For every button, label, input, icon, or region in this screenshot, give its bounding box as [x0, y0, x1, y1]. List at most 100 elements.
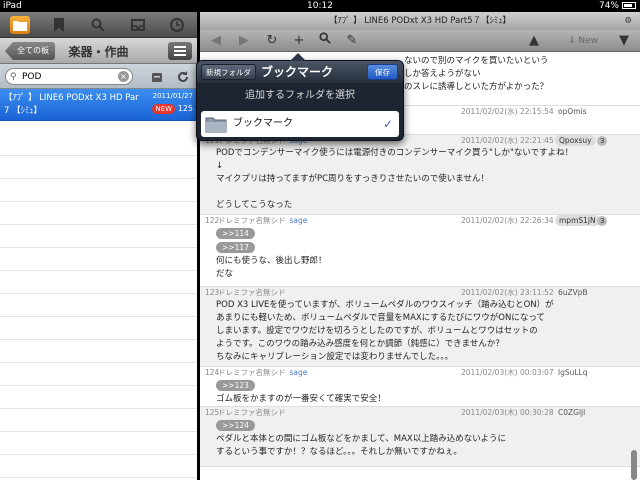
thread-view-title: 【ｱﾌﾟ 】 LINE6 PODxt X3 HD Part5７【ｼﾐｭ】: [329, 16, 511, 26]
checkmark-icon: ✓: [382, 117, 393, 131]
post-line: どうしてこうなった: [216, 200, 293, 210]
post-id[interactable]: opOmis: [558, 106, 587, 118]
compose-pencil-icon[interactable]: ✎: [342, 32, 362, 50]
post-id[interactable]: Qpoxsuy: [555, 135, 596, 146]
back-arrow-icon[interactable]: ◀: [206, 32, 226, 50]
settings-gear-icon[interactable]: ⚙: [624, 12, 632, 30]
thread-date: 2011/01/27: [152, 92, 193, 100]
post-line: PODでコンデンサーマイク使うには電源付きのコンデンサーマイク買う"しか"ないで…: [216, 148, 574, 158]
scroll-down-icon[interactable]: ▼: [614, 32, 634, 50]
reply-anchor-link[interactable]: >>117: [216, 242, 255, 253]
bookmark-icon[interactable]: [49, 16, 69, 34]
post-line: マイクプリは持ってますがPC周りをすっきりさせたいので使いません！: [216, 174, 489, 184]
post-line: ペダルと本体との間にゴム板などをかまして、MAX以上踏み込めないように: [216, 434, 507, 444]
post-date: 2011/02/02(水) 23:11:52: [461, 288, 554, 297]
magnifier-icon: ⚲: [10, 72, 17, 82]
post-author: ドレミファ名無シド: [218, 408, 286, 417]
thread-title-bar: 【ｱﾌﾟ 】 LINE6 PODxt X3 HD Part5７【ｼﾐｭ】 ⚙: [200, 12, 640, 30]
folder-label: ブックマーク: [233, 118, 293, 129]
post-author: ドレミファ名無シドsage: [218, 216, 308, 225]
post-line: するという事ですか！？なるほど。。。それしか無いですかねぇ。: [216, 447, 462, 457]
post-id[interactable]: 6uZVpB: [558, 287, 588, 299]
clock: 10:12: [307, 1, 333, 11]
search-input-value: POD: [22, 72, 42, 82]
post-123: 123 ドレミファ名無シド 2011/02/02(水) 23:11:52 6uZ…: [200, 287, 640, 367]
post-122: 122 ドレミファ名無シド sage 2011/02/02(水) 22:26:34…: [200, 215, 640, 287]
forward-arrow-icon[interactable]: ▶: [234, 32, 254, 50]
post-body: >>114 >>117 何にも使うな、後出し野郎！ だな: [200, 227, 640, 283]
post-date: 2011/02/02(水) 22:26:34: [461, 216, 554, 225]
post-line: 何にも使うな、後出し野郎！: [216, 256, 327, 266]
post-id[interactable]: mpmS1jN: [555, 215, 600, 226]
reply-anchor-link[interactable]: >>123: [216, 380, 255, 391]
search-input[interactable]: ⚲ POD ×: [5, 68, 133, 85]
reply-anchor-link[interactable]: >>114: [216, 228, 255, 239]
scroll-up-icon[interactable]: ▲: [524, 32, 544, 50]
popover-title: ブックマーク: [261, 65, 334, 79]
post-line: ↓: [216, 161, 224, 171]
search-icon[interactable]: [315, 32, 335, 50]
post-line: [216, 186, 640, 199]
post-count: 125: [177, 104, 193, 113]
post-line: ないので別のマイクを買いたいという: [404, 56, 549, 66]
post-date: 2011/02/03(木) 00:03:07: [461, 368, 554, 377]
post-line: のスレに誘導しといた方がよかった？: [404, 82, 549, 92]
post-line: ゴム板をかますのが一番安くて確実で安全！: [216, 394, 386, 404]
left-navbar: 全ての板 楽器・作曲: [0, 38, 197, 64]
post-body: POD X3 LIVEを使っていますが、ボリュームペダルのワウスイッチ（踏み込む…: [200, 299, 640, 366]
bookmark-popover: 新規フォルダ ブックマーク 保存 追加するフォルダを選択 ブックマーク ✓: [196, 53, 404, 141]
popover-subtitle: 追加するフォルダを選択: [245, 90, 355, 101]
id-count-badge: 3: [597, 136, 608, 146]
reload-icon[interactable]: ↻: [262, 32, 282, 50]
thread-title-cont: 7 【ｼﾐｭ】: [4, 106, 42, 116]
trash-icon[interactable]: [148, 68, 166, 85]
post-date: 2011/02/02(水) 22:15:54: [461, 107, 554, 116]
search-bar: ⚲ POD ×: [0, 64, 197, 89]
jump-new-button[interactable]: ⇓ New: [558, 32, 608, 50]
status-bar: iPad 10:12 74%: [0, 0, 640, 12]
battery-indicator: 74%: [599, 0, 636, 12]
left-toolbar: [0, 12, 197, 38]
post-121: 121 ドレミファ名無シドsage 2011/02/02(水) 22:21:45…: [200, 135, 640, 215]
refresh-icon[interactable]: [174, 68, 192, 85]
add-bookmark-icon[interactable]: +: [289, 32, 309, 50]
post-124: 124 ドレミファ名無シド sage 2011/02/03(木) 00:03:07…: [200, 367, 640, 407]
post-body: >>123 ゴム板をかますのが一番安くて確実で安全！: [200, 379, 640, 408]
scrollbar[interactable]: [631, 450, 637, 480]
popover-header: 新規フォルダ ブックマーク 保存: [197, 61, 403, 83]
post-line: しか答えようがない: [404, 69, 481, 79]
empty-list-area: [0, 133, 197, 480]
thread-title: 【ｱﾌﾟ 】 LINE6 PODxt X3 HD Part5: [4, 93, 139, 103]
folder-row-bookmark[interactable]: ブックマーク ✓: [201, 111, 399, 137]
post-id[interactable]: C0ZGljl: [558, 407, 585, 419]
popover-arrow: [290, 53, 306, 61]
post-line: あまりにも軽いため、ボリュームペダルで音量をMAXにするたびにワウがONになって: [216, 313, 545, 323]
list-item[interactable]: 【ｱﾌﾟ 】 LINE6 PODxt X3 HD Part5 7 【ｼﾐｭ】 2…: [0, 89, 197, 121]
battery-icon: [622, 2, 636, 9]
post-line: だな: [216, 269, 234, 279]
folder-icon: [205, 117, 227, 133]
menu-button[interactable]: [168, 42, 192, 60]
post-body: >>124 ペダルと本体との間にゴム板などをかまして、MAX以上踏み込めないよう…: [200, 419, 640, 461]
new-folder-button[interactable]: 新規フォルダ: [201, 64, 256, 80]
post-id[interactable]: lgSuLLq: [558, 367, 587, 379]
post-125: 125 ドレミファ名無シド 2011/02/03(木) 00:30:28 C0Z…: [200, 407, 640, 467]
post-line: しまいます。設定でワウだけを切ろうとしたのですが、ボリュームとワウはセットの: [216, 326, 538, 336]
post-date: 2011/02/02(水) 22:21:45: [461, 136, 554, 145]
post-author: ドレミファ名無シドsage: [218, 368, 308, 377]
inbox-icon[interactable]: [128, 16, 148, 34]
post-body: PODでコンデンサーマイク使うには電源付きのコンデンサーマイク買う"しか"ないで…: [200, 147, 640, 214]
search-icon[interactable]: [88, 16, 108, 34]
thread-list-pane: 全ての板 楽器・作曲 ⚲ POD × 【ｱﾌﾟ 】 LINE6 PODxt X3…: [0, 12, 197, 480]
clear-search-icon[interactable]: ×: [118, 71, 129, 82]
reply-anchor-link[interactable]: >>124: [216, 420, 255, 431]
post-line: ようです。このワウの踏み込み感度を何とか調節（鈍感に）できませんか？: [216, 339, 504, 349]
folder-icon[interactable]: [9, 15, 30, 34]
post-line: POD X3 LIVEを使っていますが、ボリュームペダルのワウスイッチ（踏み込む…: [216, 300, 554, 310]
history-clock-icon[interactable]: [167, 16, 187, 34]
save-button[interactable]: 保存: [367, 64, 398, 80]
thread-toolbar: ◀ ▶ ↻ + ✎ ▲ ⇓ New ▼: [200, 30, 640, 52]
post-date: 2011/02/03(木) 00:30:28: [461, 408, 554, 417]
post-line: ちなみにキャリブレーション設定では変わりませんでした。。。: [216, 352, 454, 362]
new-badge: NEW: [152, 104, 175, 114]
